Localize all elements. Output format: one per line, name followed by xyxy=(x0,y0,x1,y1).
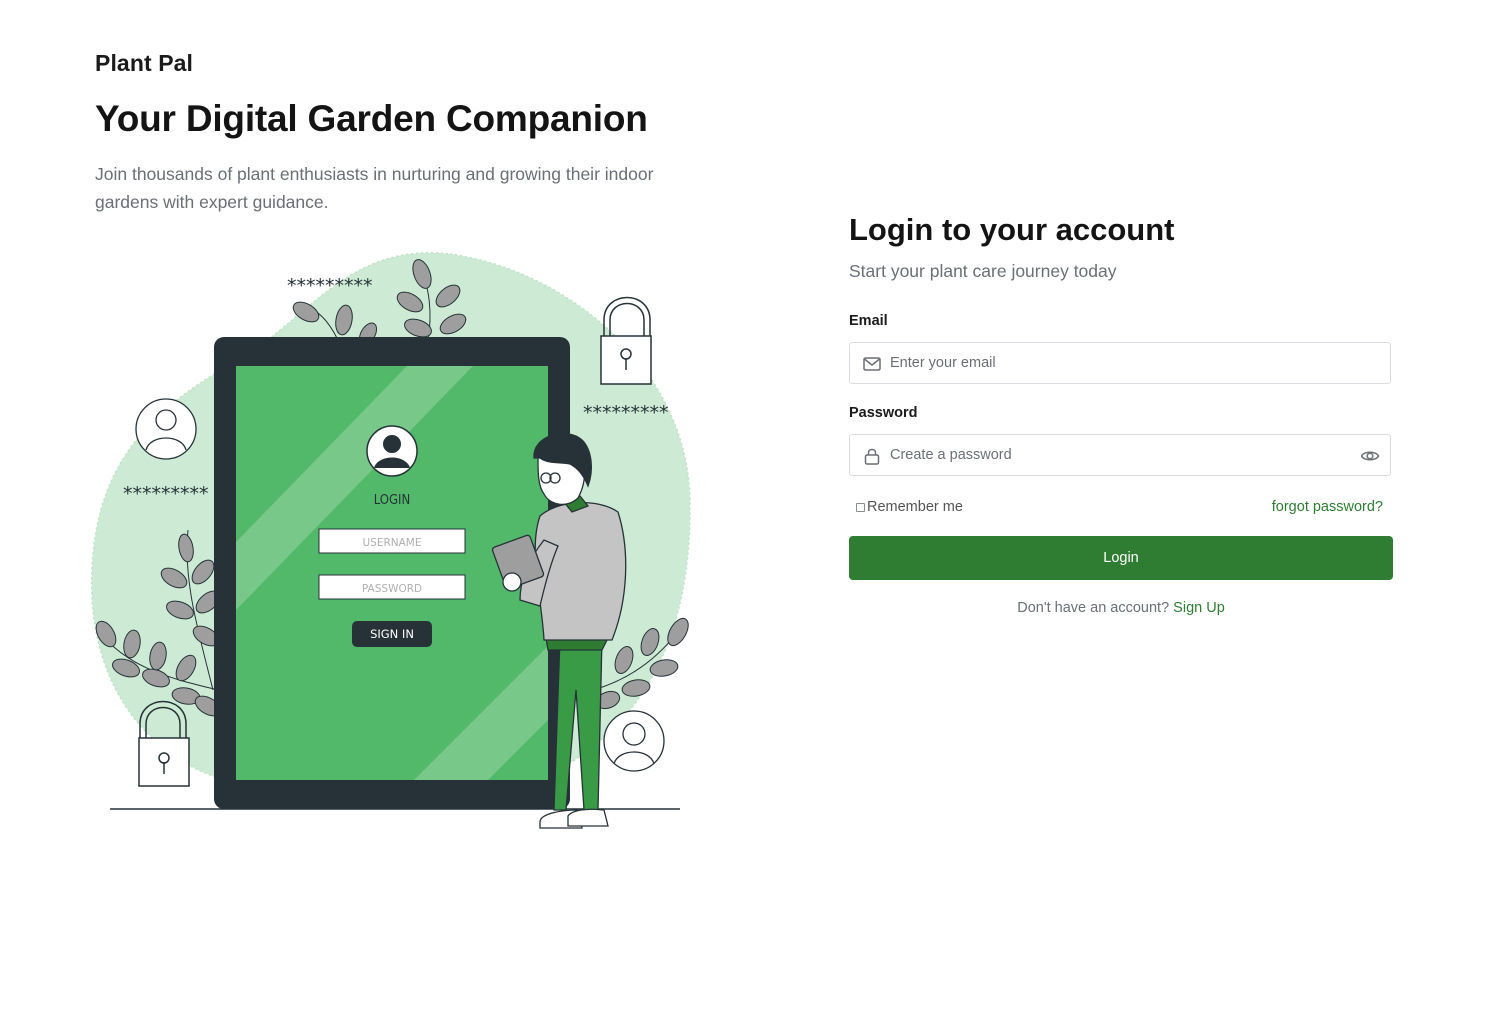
email-input[interactable] xyxy=(890,343,1330,383)
mail-icon xyxy=(863,357,881,371)
signup-prompt: Don't have an account? Sign Up xyxy=(849,600,1393,616)
forgot-password-link[interactable]: forgot password? xyxy=(1272,499,1383,515)
screen-username-placeholder: USERNAME xyxy=(362,537,421,549)
sign-up-link[interactable]: Sign Up xyxy=(1173,600,1225,616)
remember-me-label: Remember me xyxy=(867,499,963,515)
login-title: Login to your account xyxy=(849,212,1175,247)
password-label: Password xyxy=(849,405,918,421)
screen-sign-in-label: SIGN IN xyxy=(370,627,414,641)
password-input[interactable] xyxy=(890,435,1330,475)
padlock-icon xyxy=(600,296,652,385)
screen-login-heading: LOGIN xyxy=(374,493,411,508)
login-button[interactable]: Login xyxy=(849,536,1393,580)
remember-me-checkbox[interactable] xyxy=(856,502,865,512)
hero-title: Your Digital Garden Companion xyxy=(95,98,648,139)
user-avatar-icon xyxy=(135,398,197,460)
masked-text-top: ********* xyxy=(287,275,373,297)
email-field-wrapper[interactable] xyxy=(849,342,1391,384)
masked-text-right: ********* xyxy=(583,402,669,424)
masked-text-left: ********* xyxy=(123,483,209,505)
login-page: Plant Pal Your Digital Garden Companion … xyxy=(0,0,1512,1032)
remember-me[interactable]: Remember me xyxy=(856,499,963,515)
login-subtitle: Start your plant care journey today xyxy=(849,261,1117,281)
user-avatar-icon xyxy=(603,710,665,772)
brand-logo[interactable]: Plant Pal xyxy=(95,50,193,77)
password-field-wrapper[interactable] xyxy=(849,434,1391,476)
email-label: Email xyxy=(849,313,888,329)
no-account-text: Don't have an account? xyxy=(1017,600,1170,616)
eye-icon[interactable] xyxy=(1360,446,1380,466)
lock-icon xyxy=(864,448,880,465)
login-illustration: ********* ********* ********* LOGIN USER… xyxy=(90,252,691,829)
hero-subtitle: Join thousands of plant enthusiasts in n… xyxy=(95,164,654,212)
screen-avatar-icon xyxy=(366,425,418,477)
screen-password-placeholder: PASSWORD xyxy=(362,583,422,595)
